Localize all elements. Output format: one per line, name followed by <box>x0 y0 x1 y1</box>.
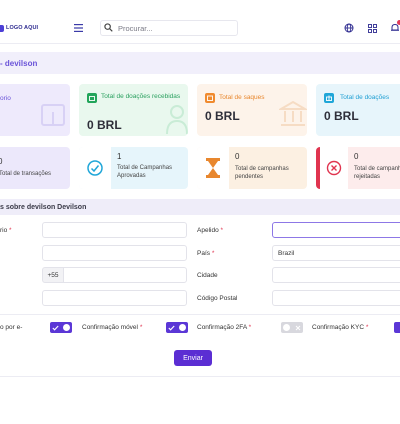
logo[interactable]: LOGO AQUI <box>0 24 38 32</box>
top-bar: LOGO AQUI <box>0 0 400 44</box>
submit-button[interactable]: Enviar <box>174 350 212 366</box>
name-label: rio * <box>0 227 12 234</box>
check-icon <box>79 147 111 189</box>
mobile-confirmation-label: Confirmação móvel * <box>82 324 143 331</box>
campaign-count: 0 <box>354 152 359 161</box>
bell-icon[interactable] <box>389 20 400 34</box>
city-label: Cidade <box>197 272 218 279</box>
gift-icon <box>324 93 334 103</box>
campaign-count: 0 <box>0 157 3 166</box>
calendar-icon <box>205 93 215 103</box>
stat-value: 0 BRL <box>324 109 359 123</box>
campaign-card-rejected: 0 Total de campanhas rejeitadas <box>316 147 400 189</box>
form-header: s sobre devilson Devilson <box>0 199 400 215</box>
mobile-confirmation-toggle[interactable] <box>166 322 188 333</box>
campaign-label: Total de campanhas rejeitadas <box>354 166 400 180</box>
nickname-field[interactable] <box>272 222 400 238</box>
postal-code-label: Código Postal <box>197 295 238 302</box>
campaign-count: 0 <box>235 152 240 161</box>
postal-code-field[interactable] <box>272 290 400 306</box>
page-title-band: - devilson <box>0 52 400 74</box>
city-field[interactable] <box>272 267 400 283</box>
kyc-confirmation-label: Confirmação KYC * <box>312 324 369 331</box>
twofa-confirmation-toggle[interactable] <box>281 322 303 333</box>
hourglass-icon <box>197 147 229 189</box>
globe-icon[interactable] <box>343 22 355 34</box>
name-field[interactable] <box>42 222 187 238</box>
user-icon <box>165 104 188 136</box>
stat-card-donations-received: Total de doações recebidas 0 BRL <box>79 84 188 136</box>
stat-card-donations: Total de doações 0 BRL <box>316 84 400 136</box>
document-icon <box>40 102 66 130</box>
grid-icon[interactable] <box>366 22 378 34</box>
email-confirmation-toggle[interactable] <box>50 322 72 333</box>
search-input[interactable] <box>118 23 233 33</box>
kyc-confirmation-toggle[interactable] <box>394 322 400 333</box>
nickname-label: Apelido * <box>197 227 224 234</box>
campaign-card-pending: 0 Total de campanhas pendentes <box>197 147 307 189</box>
stat-value: 0 BRL <box>87 118 122 132</box>
stat-label: Total de doações <box>340 94 390 101</box>
stat-label: Total de saques <box>219 94 265 101</box>
stat-card-1: orio <box>0 84 70 136</box>
campaign-card-transactions: 0 Total de transações <box>0 147 70 189</box>
menu-icon[interactable] <box>72 22 84 34</box>
page-title: - devilson <box>0 58 38 68</box>
stat-value: 0 BRL <box>205 109 240 123</box>
campaign-count: 1 <box>117 152 122 161</box>
phone-prefix: +55 <box>42 267 64 283</box>
divider <box>0 314 400 315</box>
logo-mark <box>0 24 4 32</box>
country-value: Brazil <box>278 249 295 257</box>
wallet-icon <box>87 93 97 103</box>
stat-label: Total de doações recebidas <box>101 93 181 100</box>
bank-icon <box>277 100 307 130</box>
logo-text: LOGO AQUI <box>6 25 39 31</box>
divider <box>0 376 400 377</box>
campaign-label: Total de transações <box>0 171 52 177</box>
email-confirmation-label: o por e- <box>0 324 23 331</box>
search-box[interactable] <box>100 20 238 36</box>
second-field[interactable] <box>42 245 187 261</box>
country-select[interactable]: Brazil <box>272 245 400 261</box>
address-field[interactable] <box>42 290 187 306</box>
form-title: s sobre devilson Devilson <box>0 203 87 211</box>
phone-field[interactable] <box>63 267 187 283</box>
cancel-icon <box>316 147 348 189</box>
search-icon <box>104 22 113 34</box>
stat-card-withdrawals: Total de saques 0 BRL <box>197 84 307 136</box>
campaign-card-approved: 1 Total de Campanhas Aprovadas <box>79 147 188 189</box>
campaign-label: Total de campanhas pendentes <box>235 166 289 180</box>
stat-label: orio <box>0 95 11 102</box>
country-label: País * <box>197 250 215 257</box>
twofa-confirmation-label: Confirmação 2FA * <box>197 324 252 331</box>
campaign-label: Total de Campanhas Aprovadas <box>117 165 173 179</box>
